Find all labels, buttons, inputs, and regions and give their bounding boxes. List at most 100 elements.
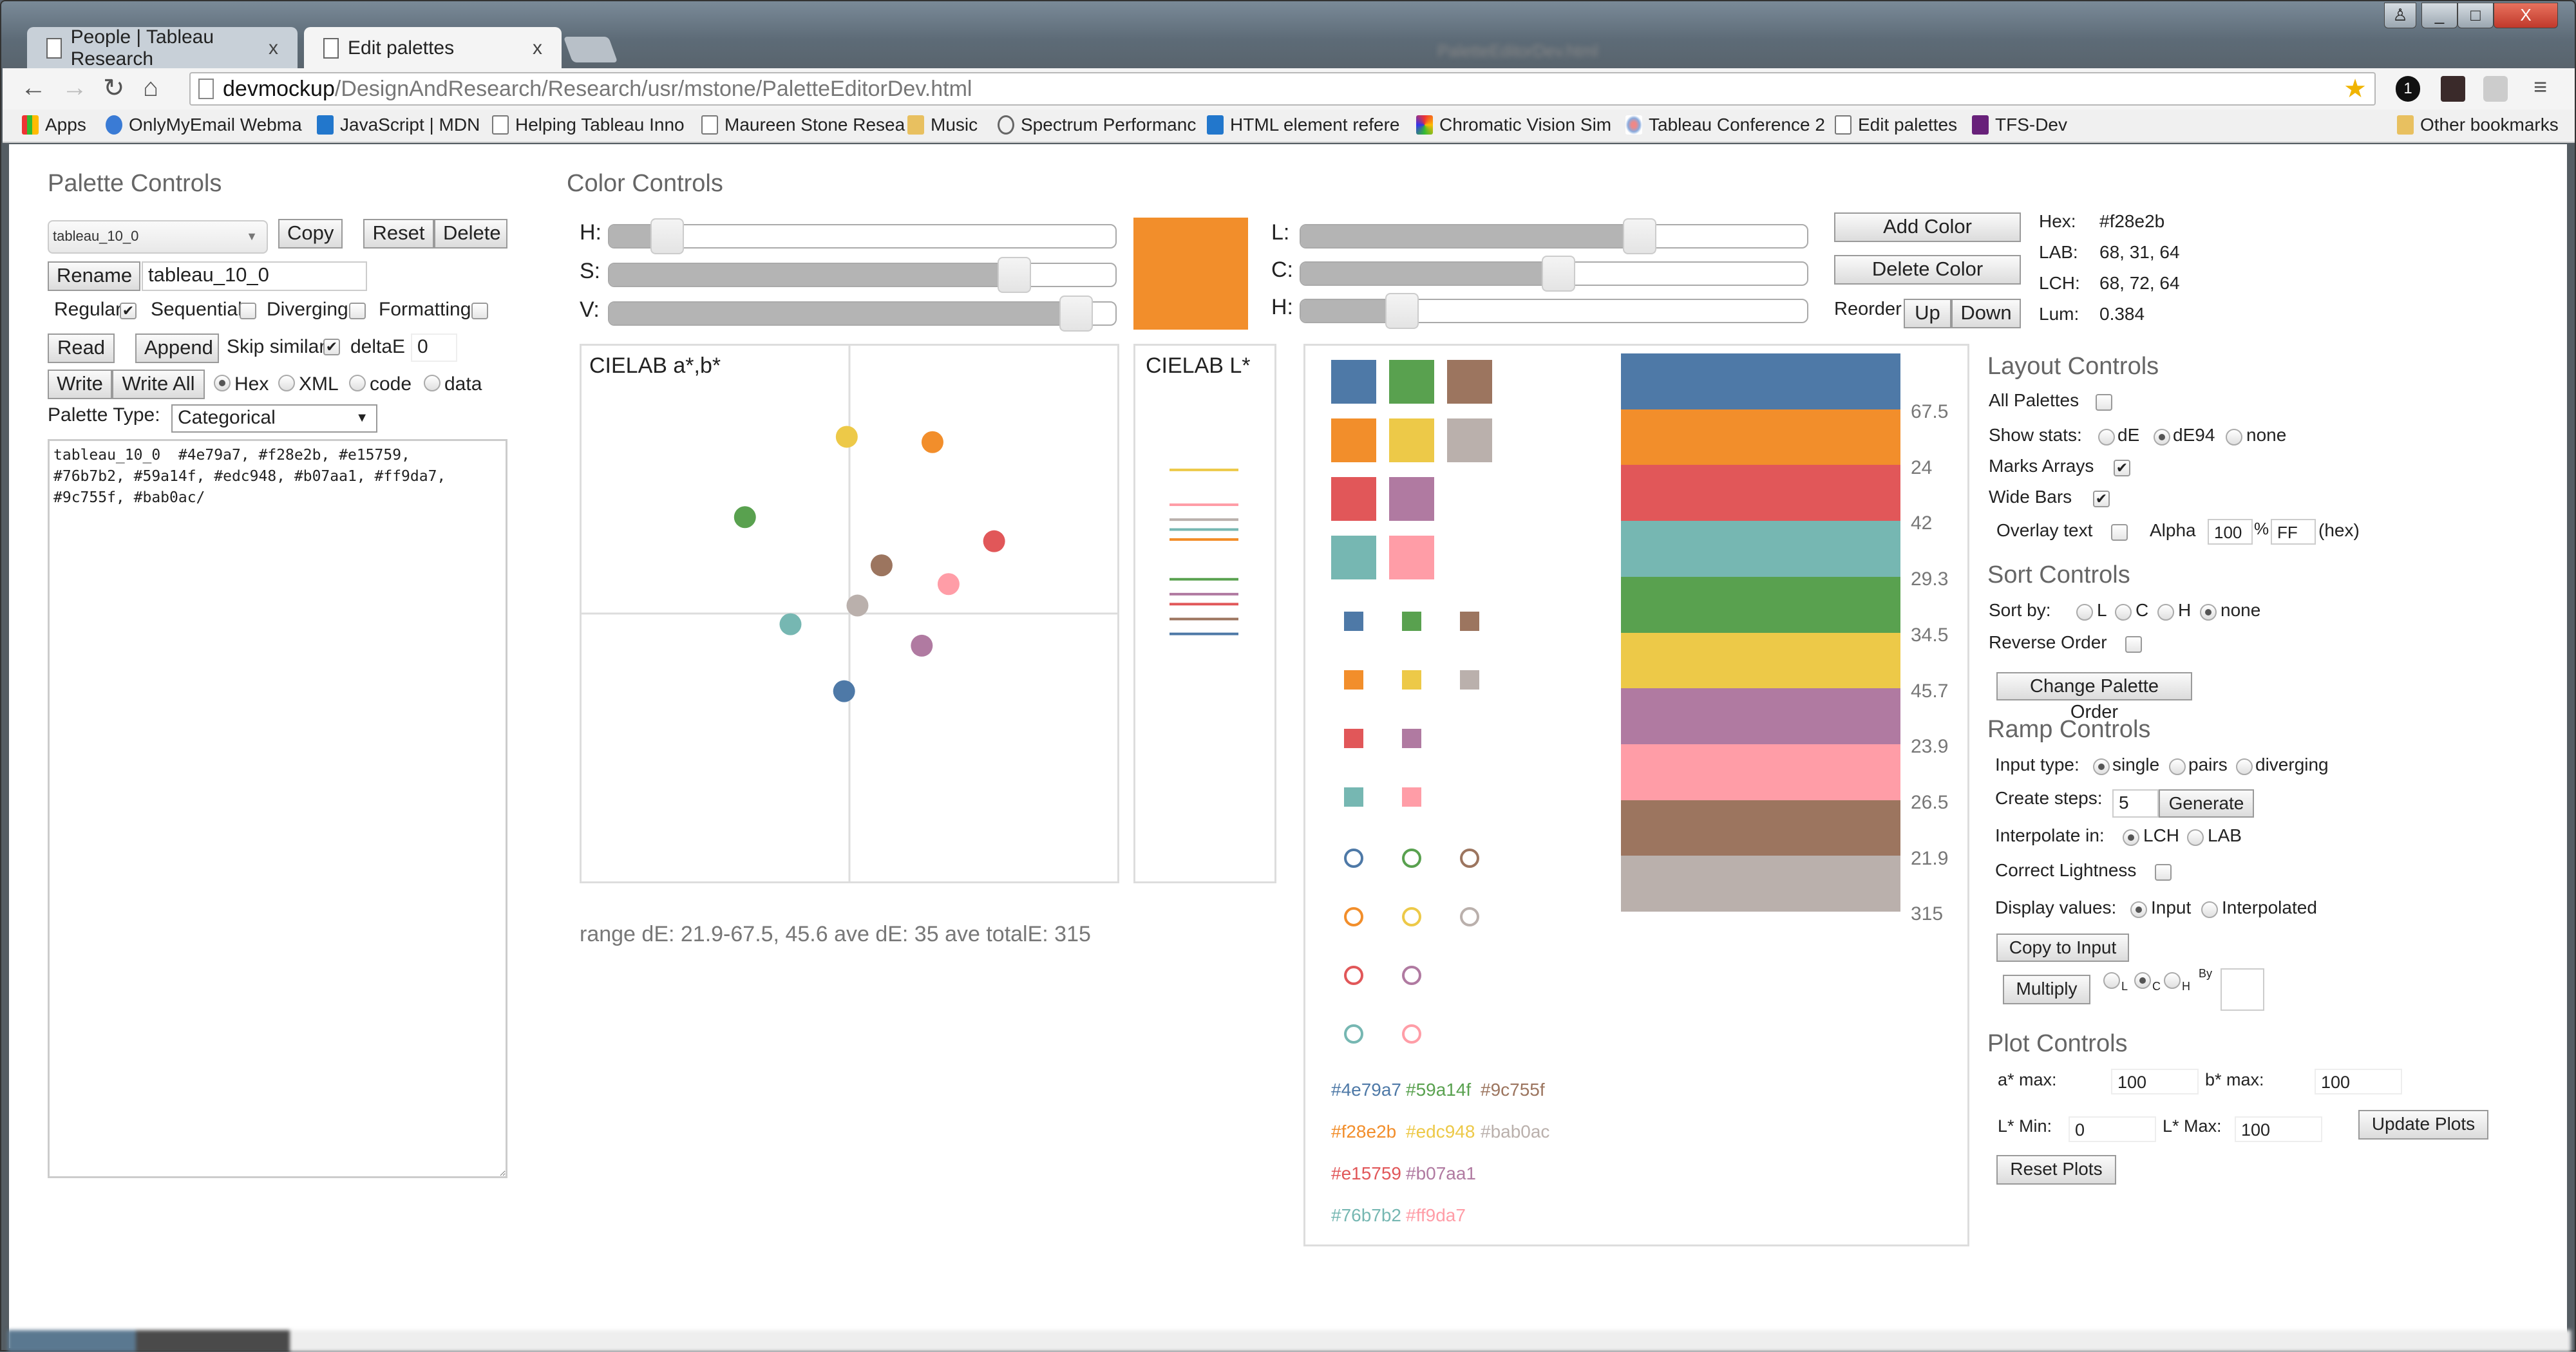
1password-extension-icon[interactable]: 1 <box>2396 76 2420 102</box>
type-sequential-checkbox[interactable] <box>240 303 256 319</box>
minimize-button[interactable]: _ <box>2421 3 2458 28</box>
ab-point[interactable] <box>779 613 802 635</box>
palette-bar[interactable] <box>1621 521 1900 577</box>
small-swatch[interactable] <box>1402 612 1421 631</box>
ab-point[interactable] <box>937 573 960 596</box>
add-color-button[interactable]: Add Color <box>1834 212 2021 242</box>
stats-none-radio[interactable] <box>2226 429 2242 446</box>
palette-bar[interactable] <box>1621 744 1900 800</box>
delete-button[interactable]: Delete <box>434 219 507 249</box>
hsv-saturation-slider[interactable] <box>608 263 1117 287</box>
rename-button[interactable]: Rename <box>48 261 140 291</box>
ab-point[interactable] <box>911 634 933 657</box>
display-interpolated-radio[interactable] <box>2201 901 2218 918</box>
palette-bar[interactable] <box>1621 576 1900 633</box>
move-up-button[interactable]: Up <box>1904 299 1951 328</box>
bookmark-onlymyemail[interactable]: OnlyMyEmail Webma <box>106 115 302 135</box>
user-icon[interactable]: ♙ <box>2384 3 2416 28</box>
input-single-radio[interactable] <box>2093 758 2110 775</box>
forward-icon[interactable]: → <box>62 73 88 102</box>
reverse-order-checkbox[interactable] <box>2125 636 2142 653</box>
reload-icon[interactable]: ↻ <box>103 73 125 103</box>
small-swatch[interactable] <box>1460 670 1479 690</box>
cielab-ab-plot[interactable]: CIELAB a*,b* <box>580 344 1119 883</box>
large-swatch[interactable] <box>1447 418 1492 462</box>
small-swatch[interactable] <box>1460 612 1479 631</box>
ab-point[interactable] <box>983 530 1005 552</box>
large-swatch[interactable] <box>1331 418 1376 462</box>
palette-bar[interactable] <box>1621 632 1900 689</box>
type-regular-checkbox[interactable]: ✔ <box>120 303 137 319</box>
display-input-radio[interactable] <box>2130 901 2147 918</box>
ab-point[interactable] <box>921 431 943 453</box>
maximize-button[interactable]: □ <box>2458 3 2494 28</box>
bookmark-chromatic-vision[interactable]: Chromatic Vision Sim <box>1416 115 1611 135</box>
bookmark-javascript-mdn[interactable]: JavaScript | MDN <box>317 115 480 135</box>
home-icon[interactable]: ⌂ <box>143 73 158 102</box>
palette-text-area[interactable]: tableau_10_0 #4e79a7, #f28e2b, #e15759, … <box>48 439 507 1178</box>
ring-mark[interactable] <box>1344 1024 1363 1044</box>
ab-point[interactable] <box>734 506 756 529</box>
palette-name-input[interactable]: tableau_10_0 <box>142 261 367 291</box>
correct-lightness-checkbox[interactable] <box>2155 864 2172 881</box>
bookmark-helping-tableau[interactable]: Helping Tableau Inno <box>492 115 685 135</box>
slider-thumb[interactable] <box>1385 293 1419 329</box>
steps-input[interactable]: 5 <box>2112 789 2159 818</box>
l-min-input[interactable]: 0 <box>2069 1116 2156 1142</box>
marks-arrays-checkbox[interactable]: ✔ <box>2114 460 2130 476</box>
palette-bar[interactable] <box>1621 353 1900 409</box>
bookmark-tfs-dev[interactable]: TFS-Dev <box>1972 115 2067 135</box>
format-code-radio[interactable] <box>349 375 366 391</box>
small-swatch[interactable] <box>1402 787 1421 807</box>
menu-icon[interactable]: ≡ <box>2533 73 2547 100</box>
bookmark-star-icon[interactable]: ★ <box>2344 73 2367 104</box>
bookmark-music[interactable]: Music <box>907 115 978 135</box>
multiply-by-input[interactable] <box>2221 968 2264 1011</box>
multiply-button[interactable]: Multiply <box>2003 975 2090 1004</box>
interp-lab-radio[interactable] <box>2187 829 2204 846</box>
input-pairs-radio[interactable] <box>2169 758 2186 775</box>
slider-thumb[interactable] <box>998 257 1032 293</box>
palette-bar[interactable] <box>1621 856 1900 912</box>
palette-bar[interactable] <box>1621 465 1900 521</box>
ring-mark[interactable] <box>1460 907 1479 926</box>
ring-mark[interactable] <box>1344 907 1363 926</box>
close-window-button[interactable]: X <box>2494 3 2558 28</box>
alpha-hex-input[interactable]: FF <box>2271 519 2316 545</box>
ring-mark[interactable] <box>1402 966 1421 985</box>
large-swatch[interactable] <box>1331 536 1376 579</box>
hsv-hue-slider[interactable] <box>608 224 1117 249</box>
alpha-percent-input[interactable]: 100 <box>2208 519 2253 545</box>
ring-mark[interactable] <box>1402 849 1421 868</box>
palette-bar[interactable] <box>1621 800 1900 856</box>
all-palettes-checkbox[interactable] <box>2096 394 2112 411</box>
skip-similar-checkbox[interactable]: ✔ <box>323 339 340 355</box>
ring-mark[interactable] <box>1402 1024 1421 1044</box>
interp-lch-radio[interactable] <box>2123 829 2139 846</box>
bookmark-html-element-ref[interactable]: HTML element refere <box>1207 115 1400 135</box>
change-palette-order-button[interactable]: Change Palette Order <box>1996 672 2192 722</box>
reset-button[interactable]: Reset <box>363 219 434 249</box>
type-formatting-checkbox[interactable] <box>471 303 488 319</box>
large-swatch[interactable] <box>1389 418 1434 462</box>
extension-icon[interactable] <box>2441 76 2465 102</box>
multiply-c-radio[interactable] <box>2134 972 2151 989</box>
write-button[interactable]: Write <box>48 370 112 399</box>
bookmark-apps[interactable]: Apps <box>22 115 86 135</box>
sort-h-radio[interactable] <box>2157 604 2174 621</box>
close-tab-icon[interactable]: x <box>533 37 542 59</box>
large-swatch[interactable] <box>1447 360 1492 404</box>
b-max-input[interactable]: 100 <box>2315 1069 2402 1094</box>
l-max-input[interactable]: 100 <box>2235 1116 2322 1142</box>
multiply-l-radio[interactable] <box>2103 972 2120 989</box>
small-swatch[interactable] <box>1344 612 1363 631</box>
type-diverging-checkbox[interactable] <box>349 303 366 319</box>
multiply-h-radio[interactable] <box>2164 972 2181 989</box>
append-button[interactable]: Append <box>135 333 219 363</box>
bookmark-edit-palettes[interactable]: Edit palettes <box>1835 115 1957 135</box>
format-data-radio[interactable] <box>424 375 440 391</box>
close-tab-icon[interactable]: x <box>269 37 278 59</box>
move-down-button[interactable]: Down <box>1951 299 2021 328</box>
delete-color-button[interactable]: Delete Color <box>1834 255 2021 285</box>
write-all-button[interactable]: Write All <box>112 370 205 399</box>
